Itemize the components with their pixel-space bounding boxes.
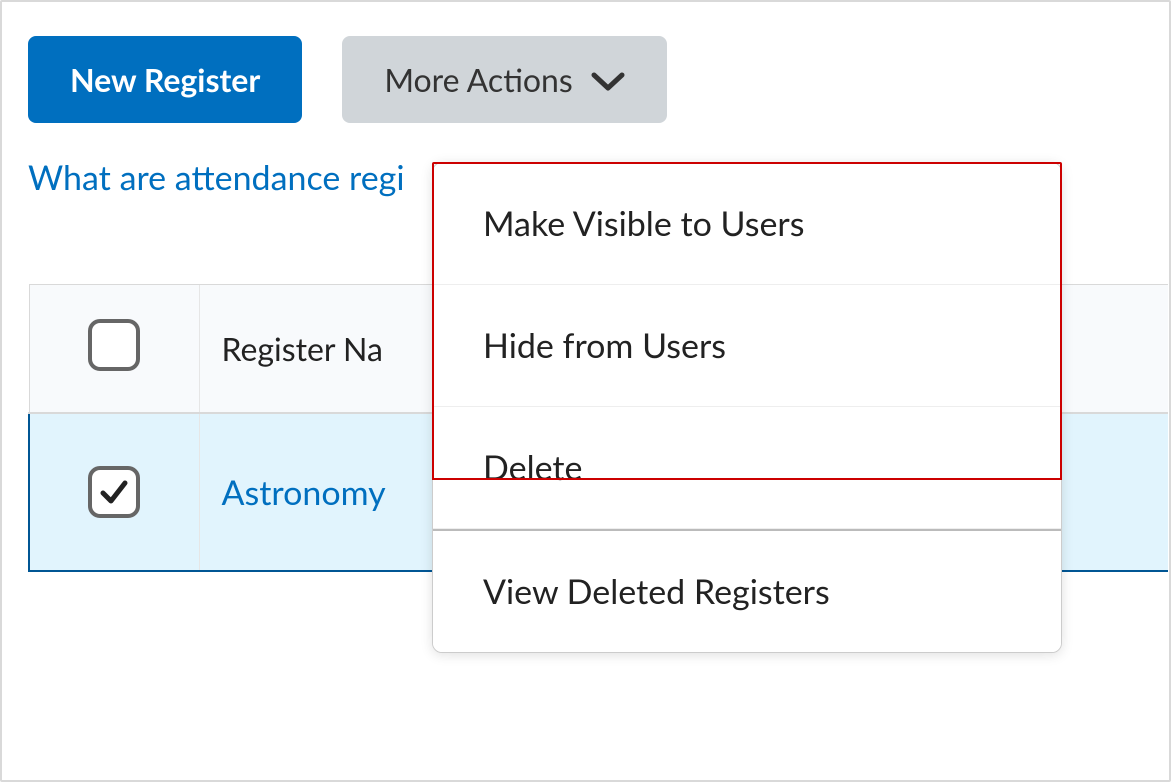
menu-view-deleted[interactable]: View Deleted Registers (433, 529, 1061, 652)
menu-hide-from-users[interactable]: Hide from Users (433, 285, 1061, 407)
row-checkbox[interactable] (88, 466, 140, 518)
select-all-checkbox[interactable] (88, 319, 140, 371)
row-checkbox-cell (29, 413, 199, 571)
more-actions-button[interactable]: More Actions (342, 36, 666, 123)
toolbar: New Register More Actions (2, 2, 1169, 123)
more-actions-menu: Make Visible to Users Hide from Users De… (432, 162, 1062, 653)
select-all-header (29, 285, 199, 414)
menu-delete[interactable]: Delete (433, 407, 1061, 529)
menu-make-visible[interactable]: Make Visible to Users (433, 163, 1061, 285)
new-register-button[interactable]: New Register (28, 36, 302, 123)
chevron-down-icon (591, 60, 625, 99)
register-link[interactable]: Astronomy (222, 472, 386, 513)
more-actions-label: More Actions (384, 60, 572, 99)
